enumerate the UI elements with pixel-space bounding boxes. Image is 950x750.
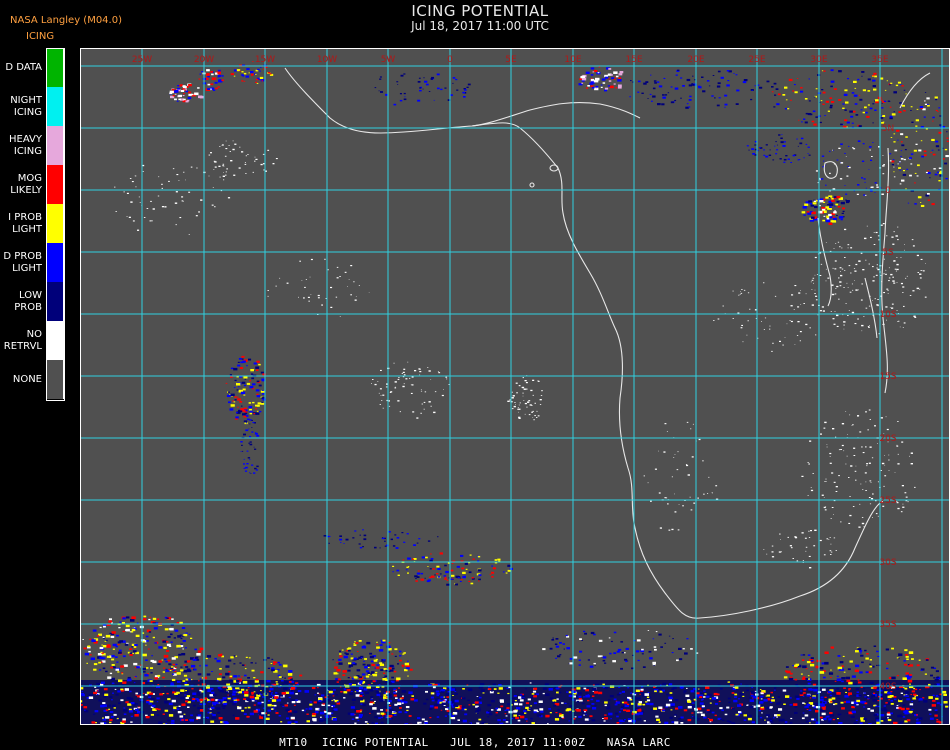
legend-swatch [46,204,64,243]
legend-item: MOG LIKELY [0,165,68,204]
footer-caption: MT10 ICING POTENTIAL JUL 18, 2017 11:00Z… [279,736,671,749]
legend-item: I PROB LIGHT [0,204,68,243]
data-source-label: NASA Langley (M04.0) [10,15,122,26]
longitude-label: 10W [317,55,337,65]
longitude-label: 15W [255,55,275,65]
longitude-label: 15E [625,55,642,65]
latitude-label: 40S [879,682,896,692]
latitude-label: 25S [879,496,896,506]
legend-item-label: D DATA [5,62,42,73]
longitude-label: 35E [871,55,888,65]
legend-item: NO RETRVL [0,321,68,360]
map-timestamp: Jul 18, 2017 11:00 UTC [411,19,549,33]
legend-item: HEAVY ICING [0,126,68,165]
legend-item: D DATA [0,48,68,87]
legend-item-label: HEAVY ICING [9,134,42,157]
longitude-label: 20W [194,55,214,65]
latitude-label: 20S [879,434,896,444]
legend-item-label: D PROB LIGHT [3,251,42,274]
legend-swatch [46,282,64,321]
latitude-label: 10S [879,310,896,320]
legend-item-label: LOW PROB [14,290,42,313]
latitude-label: 5N [882,124,894,134]
longitude-label: 0 [447,55,453,65]
latitude-label: 35S [879,620,896,630]
latitude-label: 15S [879,372,896,382]
legend-item-label: I PROB LIGHT [8,212,42,235]
longitude-label: 10E [564,55,581,65]
longitude-label: 20E [687,55,704,65]
legend-item: D PROB LIGHT [0,243,68,282]
legend-title: ICING [26,31,55,42]
longitude-label: 25E [748,55,765,65]
legend-item-label: NIGHT ICING [10,95,42,118]
legend-item: LOW PROB [0,282,68,321]
legend-item-label: MOG LIKELY [10,173,42,196]
legend-swatch [46,126,64,165]
legend-item-label: NO RETRVL [3,329,42,352]
legend-swatch [46,87,64,126]
legend-item-label: NONE [12,374,42,385]
legend-swatch [46,360,64,399]
map-title: ICING POTENTIAL [411,2,549,20]
longitude-label: 5E [505,55,517,65]
latitude-label: 5S [882,248,894,258]
legend-item: NIGHT ICING [0,87,68,126]
latitude-label: 0 [885,186,891,196]
legend-swatch [46,48,64,87]
longitude-label: 5W [381,55,396,65]
longitude-label: 25W [132,55,152,65]
legend-swatch [46,165,64,204]
latitude-label: 30S [879,558,896,568]
icing-map: 25W 20W 15W 10W 5W 0 5E 10E 15E 20E 25E 30E 35E 5N 0 5S… [80,48,950,725]
legend-item: NONE [0,360,68,399]
longitude-label: 30E [810,55,827,65]
legend-swatch [46,321,64,360]
legend-swatch [46,243,64,282]
